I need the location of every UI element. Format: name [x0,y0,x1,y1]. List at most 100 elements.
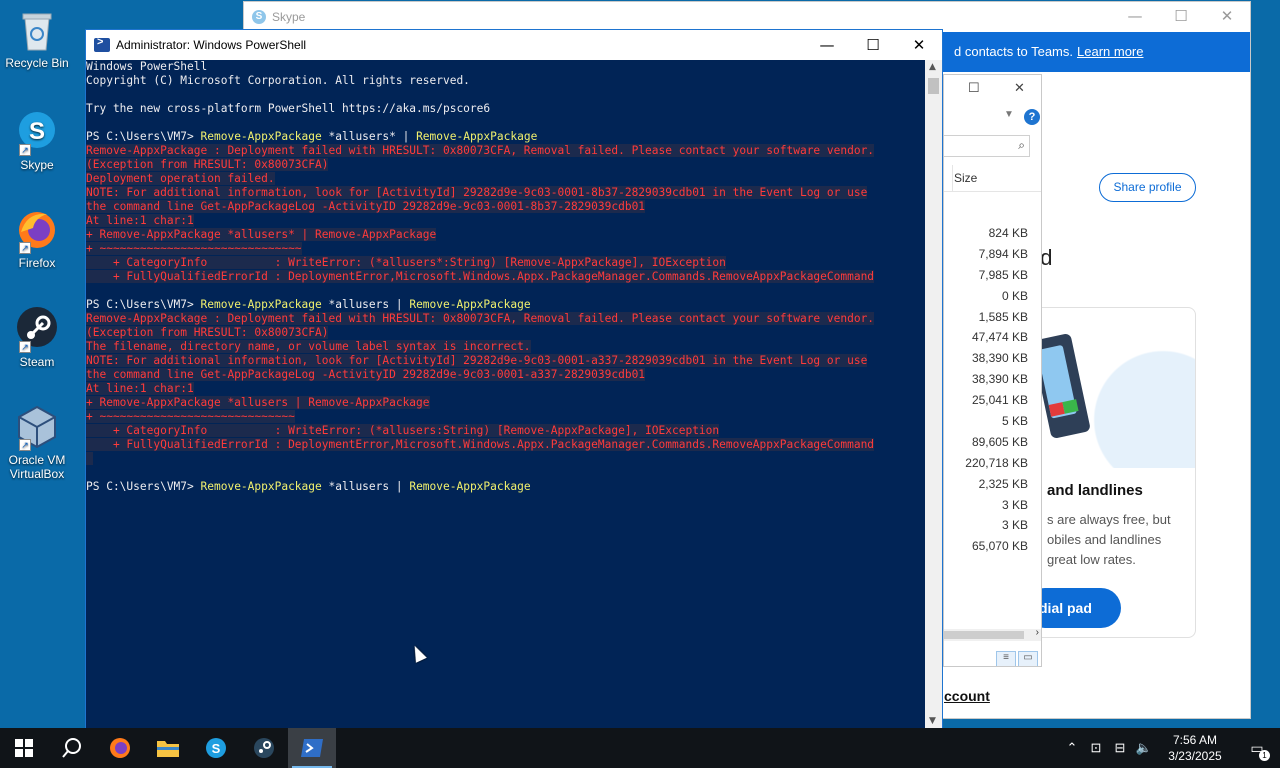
explorer-horizontal-scrollbar[interactable]: › [944,627,1041,641]
system-tray: ⌃ ⊡ ⊟ 🔈 7:56 AM 3/23/2025 ▭ 1 [1060,728,1280,768]
skype-icon: S [206,738,226,758]
file-size-cell: 1,585 KB [978,309,1028,324]
taskbar-powershell[interactable] [288,728,336,768]
powershell-minimize-button[interactable]: — [804,30,850,60]
start-button[interactable] [0,728,48,768]
windows-logo-icon [15,739,33,757]
powershell-window-title: Administrator: Windows PowerShell [116,38,307,52]
skype-maximize-button[interactable]: ☐ [1158,2,1204,31]
console-line: PS C:\Users\VM7> Remove-AppxPackage *all… [86,480,531,493]
console-line: PS C:\Users\VM7> Remove-AppxPackage *all… [86,130,538,143]
file-size-cell: 3 KB [1001,518,1028,533]
firefox-icon [110,738,130,758]
file-size-cell: 220,718 KB [965,455,1028,470]
search-icon [62,738,81,758]
skype-title-bar[interactable]: S Skype [244,2,1250,31]
large-icons-view-icon[interactable]: ▭ [1018,651,1038,666]
details-view-icon[interactable]: ≡ [996,651,1016,666]
desktop-icon-recycle-bin[interactable]: Recycle Bin [4,6,70,70]
skype-close-button[interactable]: ✕ [1204,2,1250,31]
explorer-close-button[interactable]: ✕ [1014,80,1025,96]
console-line: Remove-AppxPackage : Deployment failed w… [86,144,875,157]
file-size-cell: 0 KB [1001,288,1028,303]
console-line: Deployment operation failed. [86,172,275,185]
taskbar-steam[interactable] [240,728,288,768]
share-profile-button[interactable]: Share profile [1099,173,1196,202]
size-column-header[interactable]: Size [954,171,977,185]
console-line [86,452,926,466]
file-size-cell: 7,985 KB [978,267,1028,282]
scrollbar-thumb[interactable] [928,78,939,94]
console-line: Copyright (C) Microsoft Corporation. All… [86,74,470,87]
chevron-up-icon[interactable]: ⌃ [1060,740,1084,756]
file-size-cell: 65,070 KB [971,539,1028,554]
powershell-maximize-button[interactable]: ☐ [850,30,896,60]
shortcut-arrow-icon: ↗ [19,439,31,451]
chevron-right-icon[interactable]: › [1036,627,1039,638]
desktop-icon-firefox[interactable]: ↗ Firefox [4,206,70,270]
scroll-up-icon[interactable]: ▲ [929,62,936,72]
skype-window-title: Skype [272,9,306,24]
console-line: + Remove-AppxPackage *allusers* | Remove… [86,228,437,241]
console-line: (Exception from HRESULT: 0x80073CFA) [86,158,329,171]
console-line: The filename, directory name, or volume … [86,340,531,353]
card-title: and landlines [1047,482,1143,499]
taskbar-file-explorer[interactable] [144,728,192,768]
shortcut-arrow-icon: ↗ [19,242,31,254]
file-size-cell: 824 KB [988,226,1028,240]
steam-icon: ↗ [13,305,61,353]
account-link[interactable]: ccount [944,688,990,704]
console-line: At line:1 char:1 [86,382,194,395]
console-line: + ~~~~~~~~~~~~~~~~~~~~~~~~~~~~~ [86,410,295,423]
console-line: NOTE: For additional information, look f… [86,354,868,367]
desktop-icon-skype[interactable]: S ↗ Skype [4,108,70,172]
taskbar: S ⌃ ⊡ ⊟ 🔈 7:56 AM 3/23/2025 ▭ 1 [0,728,1280,768]
console-line: + CategoryInfo : WriteError: (*allusers:… [86,424,720,437]
console-line: + CategoryInfo : WriteError: (*allusers*… [86,256,726,269]
network-icon[interactable]: ⊟ [1108,740,1132,756]
skype-minimize-button[interactable]: — [1112,2,1158,31]
desktop-icon-steam[interactable]: ↗ Steam [4,305,70,369]
usb-device-icon[interactable]: ⊡ [1084,740,1108,756]
explorer-search-input[interactable]: ⌕ [944,135,1030,157]
console-output[interactable]: Windows PowerShell Copyright (C) Microsof… [86,60,926,728]
powershell-icon [94,36,110,52]
clock-date: 3/23/2025 [1168,749,1222,763]
help-icon[interactable]: ? [1024,109,1040,125]
phone-illustration [1031,308,1195,468]
taskbar-search-button[interactable] [48,728,96,768]
chevron-down-icon[interactable]: ▼ [1004,109,1014,120]
console-line: + FullyQualifiedErrorId : DeploymentErro… [86,438,875,451]
volume-muted-icon[interactable]: 🔈 [1132,740,1156,756]
search-icon: ⌕ [1018,138,1025,152]
svg-text:S: S [212,741,221,756]
recycle-bin-icon [13,6,61,54]
taskbar-skype[interactable]: S [192,728,240,768]
taskbar-firefox[interactable] [96,728,144,768]
taskbar-clock[interactable]: 7:56 AM 3/23/2025 [1156,732,1234,764]
file-size-cell: 25,041 KB [971,393,1028,408]
file-size-cell: 38,390 KB [971,372,1028,387]
explorer-maximize-button[interactable]: ☐ [968,80,980,96]
file-size-cell: 89,605 KB [971,434,1028,449]
skype-icon: S ↗ [13,108,61,156]
scroll-down-icon[interactable]: ▼ [929,716,936,726]
console-line: Remove-AppxPackage : Deployment failed w… [86,312,875,325]
clock-time: 7:56 AM [1172,733,1218,747]
folder-icon [157,741,179,757]
console-line: Windows PowerShell [86,60,208,73]
powershell-vertical-scrollbar[interactable]: ▲ ▼ [925,60,942,728]
notification-center-button[interactable]: ▭ 1 [1234,740,1280,761]
firefox-icon: ↗ [13,206,61,254]
learn-more-link[interactable]: Learn more [1077,44,1143,59]
console-line: the command line Get-AppPackageLog -Acti… [86,368,646,381]
steam-icon [254,738,274,758]
console-line: NOTE: For additional information, look f… [86,186,868,199]
file-size-cell: 7,894 KB [978,246,1028,261]
shortcut-arrow-icon: ↗ [19,144,31,156]
desktop-icon-virtualbox[interactable]: ↗ Oracle VM VirtualBox [4,403,70,481]
powershell-close-button[interactable]: ✕ [896,30,942,60]
